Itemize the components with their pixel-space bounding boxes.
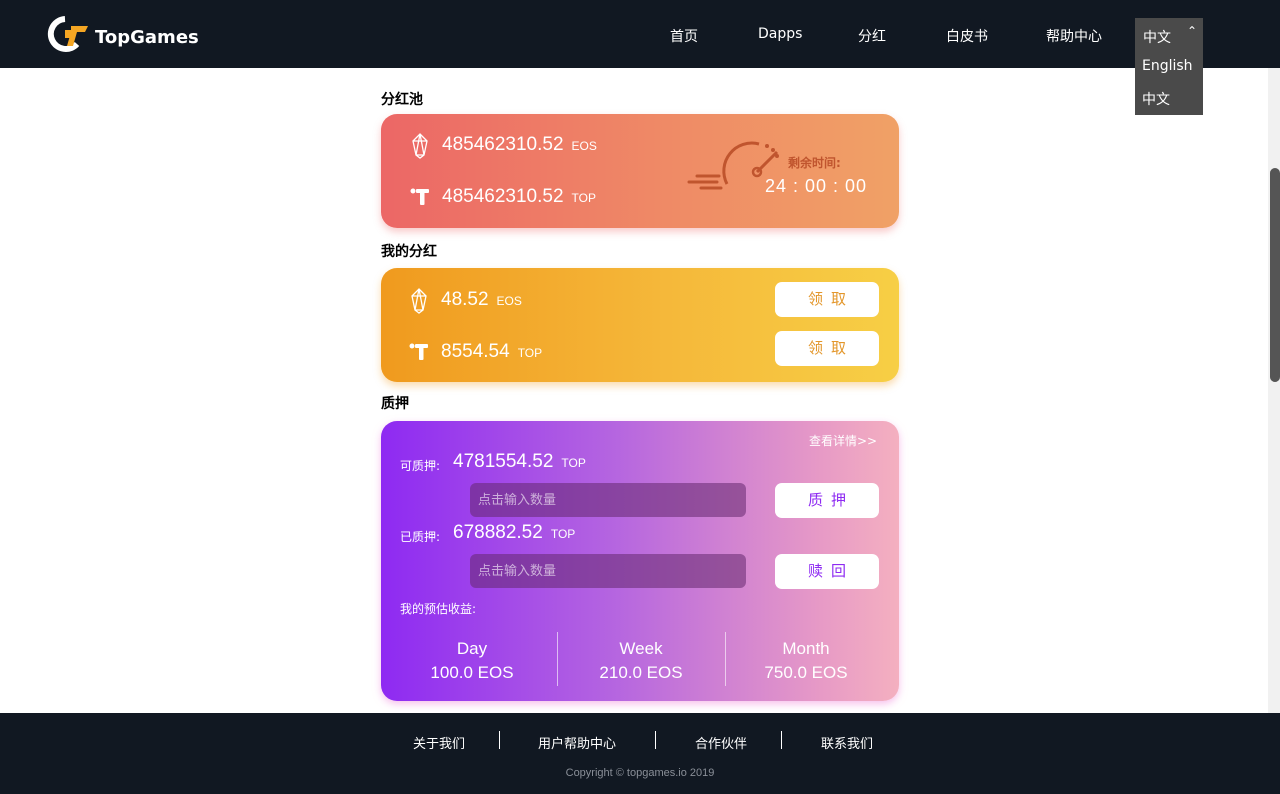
pool-top-amount: 485462310.52 — [442, 186, 564, 207]
language-current[interactable]: 中文 — [1143, 27, 1171, 47]
redeem-button[interactable]: 赎回 — [775, 554, 879, 589]
pool-card: 485462310.52 EOS 485462310.52 TOP 剩余时间: … — [381, 114, 899, 228]
divider — [725, 632, 726, 686]
staked-unit: TOP — [550, 527, 576, 541]
staked-row: 678882.52 TOP — [453, 522, 575, 544]
pool-title: 分红池 — [381, 92, 423, 108]
scrollbar-track[interactable] — [1268, 68, 1280, 713]
dividend-card: 48.52 EOS 领取 8554.54 TOP 领取 — [381, 268, 899, 382]
nav-dapps[interactable]: Dapps — [758, 26, 802, 42]
top-token-icon — [409, 343, 428, 360]
pool-eos-row: 485462310.52 EOS — [442, 134, 597, 156]
remaining-time-label: 剩余时间: — [788, 156, 841, 170]
copyright: Copyright © topgames.io 2019 — [565, 767, 715, 779]
language-option-chinese[interactable]: 中文 — [1142, 89, 1170, 109]
pool-top-unit: TOP — [571, 191, 596, 205]
stake-card: 查看详情>> 可质押: 4781554.52 TOP 质押 已质押: 67888… — [381, 421, 899, 701]
dividend-title: 我的分红 — [381, 244, 437, 260]
eos-icon — [411, 288, 427, 314]
nav-help-center[interactable]: 帮助中心 — [1046, 26, 1102, 46]
redeem-amount-input[interactable] — [470, 554, 746, 588]
eos-icon — [412, 133, 428, 159]
dividend-eos-row: 48.52 EOS — [441, 289, 522, 311]
stakeable-label: 可质押: — [400, 459, 441, 473]
divider — [557, 632, 558, 686]
footer-link-help[interactable]: 用户帮助中心 — [538, 733, 616, 752]
earnings-period: Week — [619, 639, 663, 658]
nav-whitepaper[interactable]: 白皮书 — [946, 26, 988, 46]
staked-amount: 678882.52 — [453, 522, 543, 543]
dividend-eos-amount: 48.52 — [441, 289, 489, 310]
stake-title: 质押 — [381, 396, 409, 412]
top-token-icon — [410, 188, 429, 205]
language-dropdown[interactable]: 中文 ⌃ English 中文 — [1135, 18, 1203, 115]
logo-mark-icon — [47, 16, 89, 52]
earnings-period: Day — [456, 639, 488, 658]
earnings-value: 210.0 EOS — [599, 663, 683, 682]
footer-link-about[interactable]: 关于我们 — [413, 733, 465, 752]
nav-dividend[interactable]: 分红 — [858, 26, 886, 46]
earnings-week: Week 210.0 EOS — [566, 639, 716, 683]
view-details-link[interactable]: 查看详情>> — [809, 432, 877, 449]
staked-label: 已质押: — [400, 530, 441, 544]
stakeable-amount: 4781554.52 — [453, 451, 554, 472]
scrollbar-thumb[interactable] — [1270, 168, 1280, 382]
brand-name: TopGames — [95, 26, 199, 48]
footer-divider — [655, 731, 656, 749]
footer-link-contact[interactable]: 联系我们 — [821, 733, 873, 752]
stakeable-row: 4781554.52 TOP — [453, 451, 586, 473]
earnings-period: Month — [782, 639, 830, 658]
language-option-english[interactable]: English — [1142, 58, 1193, 74]
dividend-top-row: 8554.54 TOP — [441, 341, 542, 363]
remaining-time-value: 24 : 00 : 00 — [765, 176, 868, 196]
estimated-earnings-label: 我的预估收益: — [400, 602, 477, 616]
stake-button[interactable]: 质押 — [775, 483, 879, 518]
chevron-up-icon[interactable]: ⌃ — [1187, 24, 1197, 38]
footer-link-partners[interactable]: 合作伙伴 — [695, 733, 747, 752]
claim-top-button[interactable]: 领取 — [775, 331, 879, 366]
top-header: TopGames 首页 Dapps 分红 白皮书 帮助中心 中文 ⌃ Engli… — [0, 0, 1280, 115]
pool-eos-unit: EOS — [571, 139, 597, 153]
claim-eos-button[interactable]: 领取 — [775, 282, 879, 317]
earnings-value: 750.0 EOS — [764, 663, 848, 682]
stakeable-unit: TOP — [561, 456, 586, 470]
dividend-eos-unit: EOS — [496, 294, 522, 308]
earnings-month: Month 750.0 EOS — [731, 639, 881, 683]
pool-eos-amount: 485462310.52 — [442, 134, 564, 155]
footer-divider — [781, 731, 782, 749]
dividend-top-unit: TOP — [517, 346, 543, 360]
earnings-day: Day 100.0 EOS — [397, 639, 547, 683]
nav-home[interactable]: 首页 — [670, 26, 698, 46]
earnings-value: 100.0 EOS — [430, 663, 514, 682]
footer-divider — [499, 731, 500, 749]
stake-amount-input[interactable] — [470, 483, 746, 517]
brand-logo[interactable]: TopGames — [47, 16, 199, 52]
footer: 关于我们 用户帮助中心 合作伙伴 联系我们 Copyright © topgam… — [0, 713, 1280, 794]
dividend-top-amount: 8554.54 — [441, 341, 510, 362]
pool-top-row: 485462310.52 TOP — [442, 186, 596, 208]
